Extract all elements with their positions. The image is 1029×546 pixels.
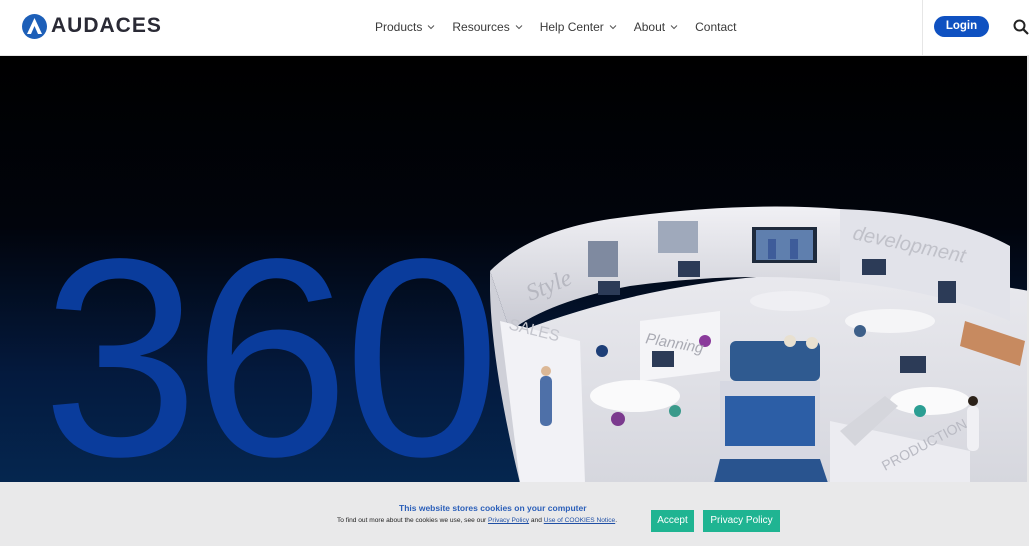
privacy-policy-link[interactable]: Privacy Policy	[488, 517, 529, 524]
cookie-text-and: and	[529, 517, 544, 524]
cookie-text-after: .	[615, 517, 618, 524]
cookie-text-before: To find out more about the cookies we us…	[337, 517, 489, 524]
nav-contact[interactable]: Contact	[695, 19, 736, 35]
nav-products[interactable]: Products	[375, 19, 435, 35]
nav-contact-label: Contact	[695, 20, 737, 34]
audaces-logo-icon	[22, 13, 47, 39]
cookies-notice-link[interactable]: Use of COOKIES Notice	[544, 517, 615, 524]
main-nav: Products Resources Help Center About Con…	[375, 19, 753, 35]
nav-about[interactable]: About	[634, 19, 678, 35]
showroom-illustration: Style development Planning SALES PRODUCT…	[490, 206, 1029, 482]
site-header: AUDACES Products Resources Help Center A…	[0, 0, 1029, 56]
cookie-text: To find out more about the cookies we us…	[337, 517, 617, 524]
search-icon[interactable]	[1012, 18, 1029, 36]
chevron-down-icon	[428, 25, 435, 30]
nav-help-center-label: Help Center	[539, 20, 604, 34]
hero-banner: 360 Style development Planning SALES PRO…	[0, 56, 1029, 482]
nav-about-label: About	[633, 20, 666, 34]
nav-resources[interactable]: Resources	[452, 19, 523, 35]
logo[interactable]: AUDACES	[22, 13, 162, 39]
header-divider	[922, 0, 923, 56]
chevron-down-icon	[670, 25, 678, 30]
chevron-down-icon	[609, 25, 617, 30]
privacy-policy-button[interactable]: Privacy Policy	[703, 510, 780, 532]
nav-products-label: Products	[375, 20, 423, 34]
nav-resources-label: Resources	[452, 20, 510, 34]
login-button[interactable]: Login	[934, 16, 989, 37]
cookie-title: This website stores cookies on your comp…	[399, 503, 587, 513]
hero-headline-text: 360	[42, 200, 501, 483]
nav-help-center[interactable]: Help Center	[540, 19, 617, 35]
logo-text: AUDACES	[51, 14, 162, 37]
hero-headline: 360	[42, 217, 501, 483]
chevron-down-icon	[515, 25, 523, 30]
accept-cookies-button[interactable]: Accept	[651, 510, 694, 532]
cookie-banner: This website stores cookies on your comp…	[0, 482, 1029, 546]
